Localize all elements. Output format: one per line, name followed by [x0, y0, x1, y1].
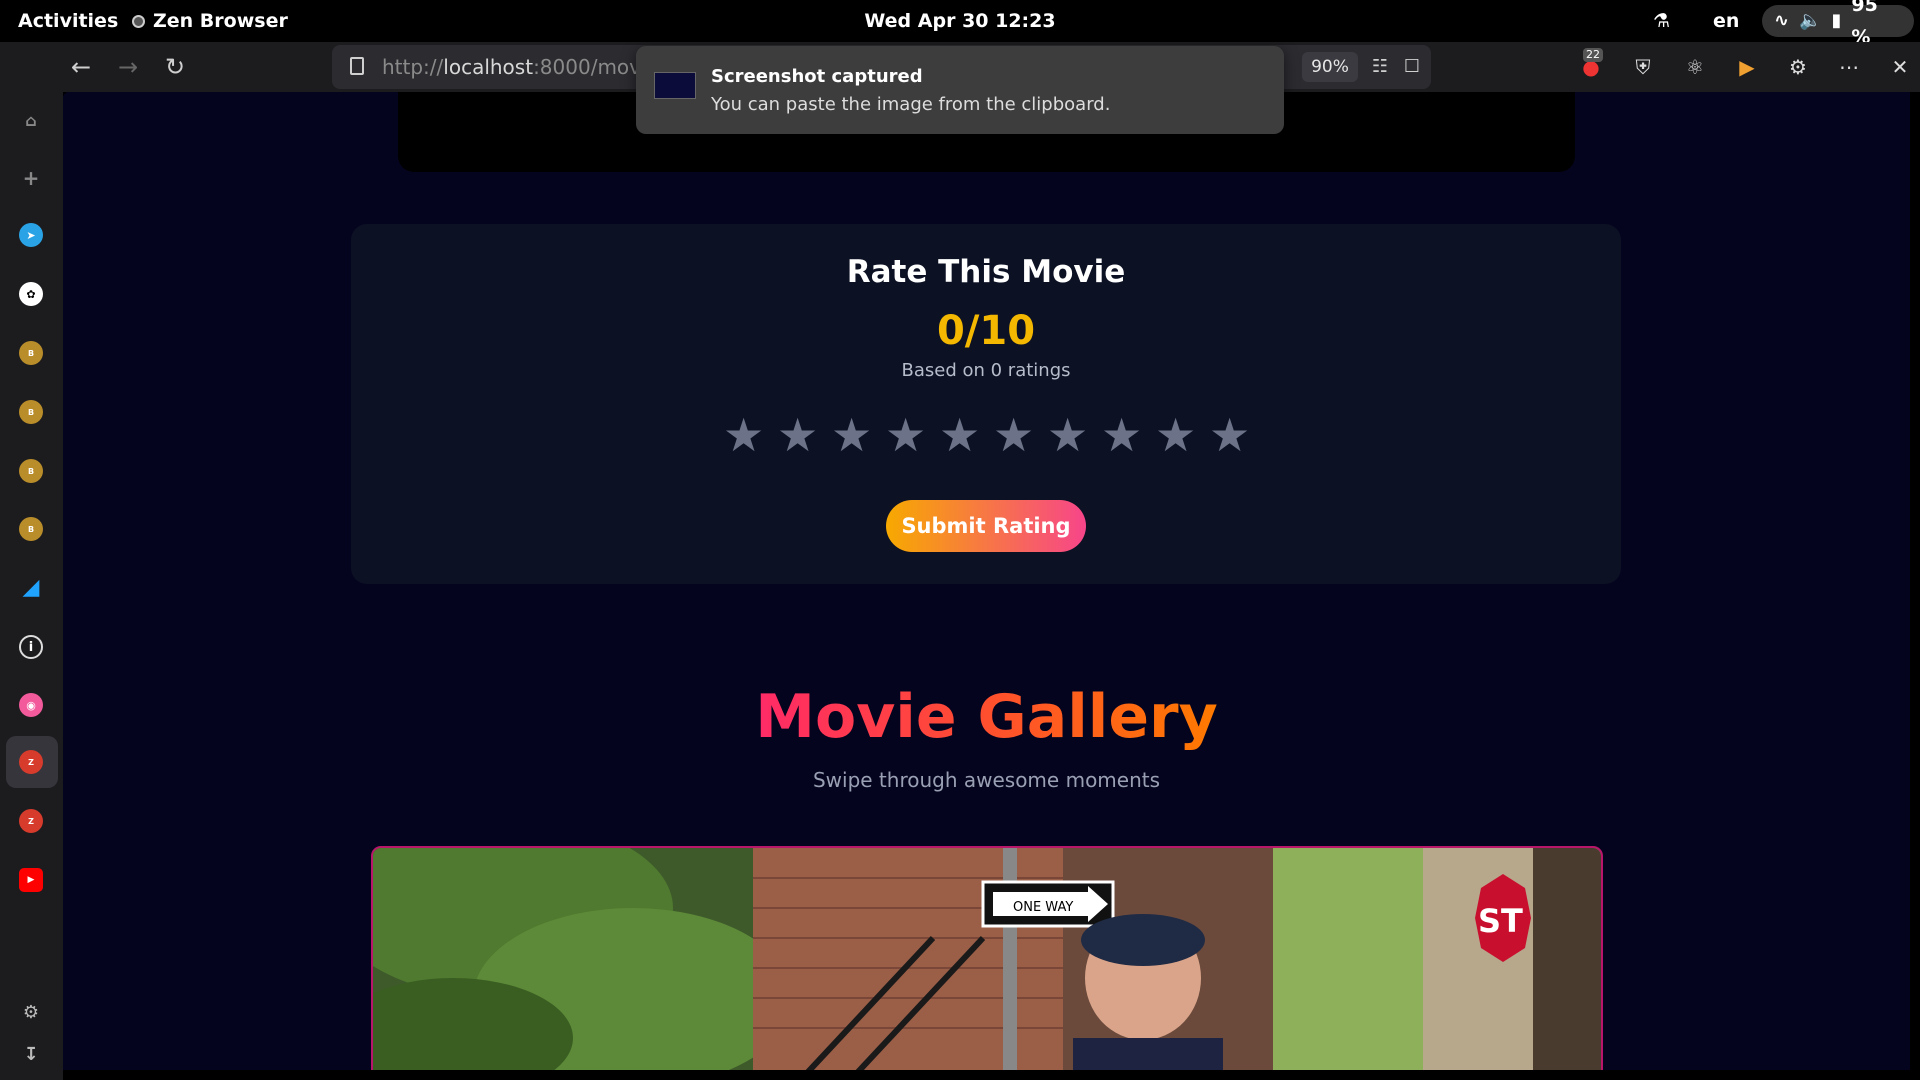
wifi-icon: ∿: [1774, 10, 1790, 31]
screenshot-notification[interactable]: Screenshot captured You can paste the im…: [636, 46, 1284, 134]
rating-card: Rate This Movie 0/10 Based on 0 ratings …: [351, 224, 1621, 584]
gallery-title: Movie Gallery: [755, 682, 1218, 752]
system-top-bar: Activities Zen Browser Wed Apr 30 12:23 …: [0, 0, 1920, 48]
star-2-icon[interactable]: ★: [777, 410, 818, 460]
ghost-app-icon[interactable]: ◉: [19, 693, 43, 717]
forward-icon[interactable]: →: [111, 50, 145, 84]
zma-icon[interactable]: Z: [19, 750, 43, 774]
clock[interactable]: Wed Apr 30 12:23: [864, 10, 1055, 32]
url-host: localhost: [443, 55, 534, 79]
zma-icon[interactable]: Z: [19, 809, 43, 833]
rating-count: Based on 0 ratings: [901, 360, 1071, 381]
back-icon[interactable]: ←: [64, 50, 98, 84]
youtube-icon[interactable]: ▶: [19, 868, 43, 892]
zoom-level[interactable]: 90%: [1302, 52, 1358, 82]
react-devtools-icon[interactable]: ⚛: [1679, 51, 1711, 83]
star-6-icon[interactable]: ★: [993, 410, 1034, 460]
info-icon[interactable]: i: [19, 635, 43, 659]
star-3-icon[interactable]: ★: [831, 410, 872, 460]
keyboard-language[interactable]: en: [1713, 0, 1739, 42]
close-icon[interactable]: ✕: [1884, 51, 1916, 83]
rating-score: 0/10: [936, 308, 1036, 354]
gallery-title-container: Movie Gallery: [63, 682, 1910, 752]
k-app-icon[interactable]: ◢: [19, 575, 43, 600]
reload-icon[interactable]: ↻: [158, 50, 192, 84]
gallery-subtitle: Swipe through awesome moments: [812, 768, 1161, 792]
activities-button[interactable]: Activities: [18, 0, 118, 42]
stop-sign-text: ST: [1478, 902, 1523, 940]
star-4-icon[interactable]: ★: [885, 410, 926, 460]
bhu-icon[interactable]: B: [19, 459, 43, 483]
new-tab-icon[interactable]: +: [19, 166, 43, 190]
submit-rating-button[interactable]: Submit Rating: [886, 500, 1086, 552]
ublock-badge: 22: [1583, 48, 1603, 62]
menu-icon[interactable]: ⋯: [1833, 51, 1865, 83]
extensions-icon[interactable]: ⚙: [1782, 51, 1814, 83]
announce-icon[interactable]: ▶: [1731, 51, 1763, 83]
telegram-icon[interactable]: ➤: [19, 223, 43, 247]
star-rating-input: ★ ★ ★ ★ ★ ★ ★ ★ ★ ★: [351, 410, 1621, 460]
star-1-icon[interactable]: ★: [723, 410, 764, 460]
gallery-slide[interactable]: ONE WAY ST: [371, 846, 1603, 1070]
app-menu[interactable]: Zen Browser: [132, 0, 288, 42]
translate-icon[interactable]: ☷: [1366, 53, 1394, 81]
system-status-menu[interactable]: ∿ 🔈 ▮ 95 %: [1762, 0, 1914, 48]
app-name: Zen Browser: [153, 10, 288, 32]
notification-body: You can paste the image from the clipboa…: [711, 94, 1111, 115]
star-5-icon[interactable]: ★: [939, 410, 980, 460]
rating-title: Rate This Movie: [846, 254, 1126, 290]
downloads-icon[interactable]: ↧: [19, 1042, 43, 1066]
star-9-icon[interactable]: ★: [1155, 410, 1196, 460]
notification-title: Screenshot captured: [711, 66, 923, 87]
street-sign-text: ONE WAY: [1013, 900, 1073, 915]
bitwarden-icon[interactable]: ⛨: [1627, 51, 1659, 83]
url-prefix: http://: [382, 55, 444, 79]
settings-icon[interactable]: ⚙: [19, 1000, 43, 1024]
app-icon: [132, 14, 145, 28]
star-8-icon[interactable]: ★: [1101, 410, 1142, 460]
bhu-icon[interactable]: B: [19, 517, 43, 541]
star-10-icon[interactable]: ★: [1209, 410, 1250, 460]
volume-icon: 🔈: [1799, 10, 1822, 31]
browser-sidebar: ⌂ + ➤ ✿ B B B B ◢ i ◉ Z Z ▶ ⚙ ↧: [0, 92, 63, 1080]
bookmark-icon[interactable]: ☐: [1398, 53, 1426, 81]
accessibility-icon[interactable]: ⚗: [1653, 0, 1670, 42]
chatgpt-icon[interactable]: ✿: [19, 282, 43, 306]
page-icon: [350, 57, 364, 75]
battery-icon: ▮: [1831, 10, 1842, 31]
star-7-icon[interactable]: ★: [1047, 410, 1088, 460]
screenshot-thumbnail: [654, 72, 696, 99]
gallery-image: ONE WAY ST: [373, 848, 1601, 1070]
home-icon[interactable]: ⌂: [19, 108, 43, 132]
clock-container: Wed Apr 30 12:23: [0, 0, 1920, 42]
bhu-icon[interactable]: B: [19, 400, 43, 424]
web-page: Rate This Movie 0/10 Based on 0 ratings …: [63, 92, 1910, 1070]
bhu-icon[interactable]: B: [19, 341, 43, 365]
